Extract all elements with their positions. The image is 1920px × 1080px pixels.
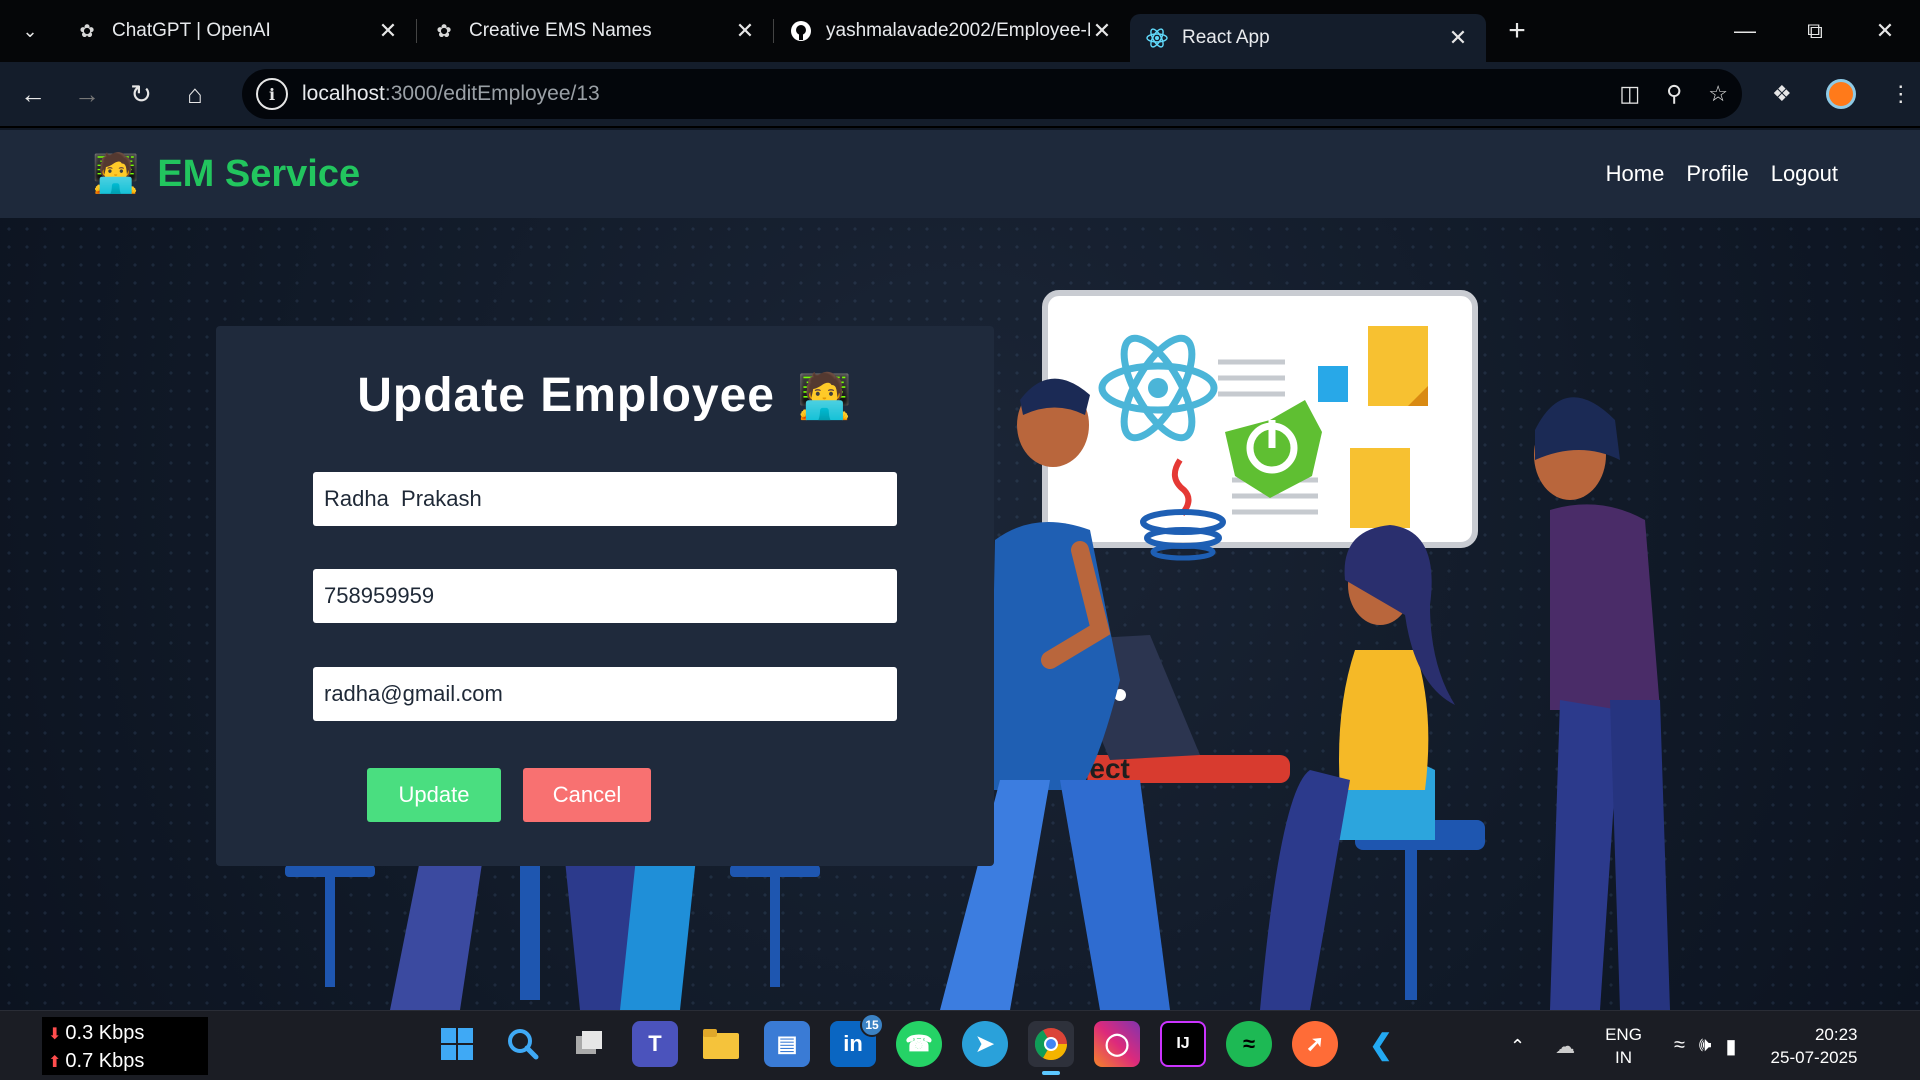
download-arrow-icon: ⬇ — [48, 1026, 62, 1043]
restore-icon[interactable]: ⧉ — [1780, 0, 1850, 62]
lang-code: ENG — [1605, 1025, 1642, 1044]
new-tab-icon[interactable]: + — [1492, 14, 1542, 48]
site-info-icon[interactable]: i — [256, 78, 288, 110]
page-content: .js Project — [0, 130, 1920, 1010]
cancel-button[interactable]: Cancel — [523, 768, 651, 822]
windows-taskbar: ⬇ 0.3 Kbps ⬆ 0.7 Kbps T ▤ in 15 ☎ ➤ ◯ IJ ≈… — [0, 1010, 1920, 1080]
battery-icon: ▮ — [1725, 1035, 1737, 1058]
browser-toolbar: ← → ↻ ⌂ i localhost:3000/editEmployee/13… — [0, 62, 1920, 128]
github-icon — [790, 20, 812, 42]
clock-time: 20:23 — [1814, 1025, 1858, 1044]
close-tab-icon[interactable]: ✕ — [1446, 25, 1470, 51]
form-title-text: Update Employee — [357, 369, 775, 422]
update-employee-card: Update Employee 🧑‍💻 Update Cancel — [216, 326, 994, 866]
task-view-icon[interactable] — [566, 1021, 612, 1067]
openai-icon: ✿ — [436, 20, 452, 41]
forward-icon[interactable]: → — [60, 67, 114, 121]
clock-date: 25-07-2025 — [1770, 1048, 1858, 1067]
clock[interactable]: 20:23 25-07-2025 — [1771, 1023, 1858, 1069]
employee-phone-input[interactable] — [313, 569, 897, 623]
search-icon[interactable] — [500, 1021, 546, 1067]
browser-menu-icon[interactable]: ⋮ — [1890, 81, 1912, 107]
chrome-icon[interactable] — [1028, 1021, 1074, 1075]
form-title: Update Employee 🧑‍💻 — [216, 368, 994, 423]
nav-home-link[interactable]: Home — [1606, 161, 1665, 187]
vscode-icon[interactable]: ❮ — [1358, 1021, 1404, 1067]
reload-icon[interactable]: ↻ — [114, 67, 168, 121]
tab-github-repo[interactable]: yashmalavade2002/Employee-M ✕ — [774, 8, 1130, 54]
nav-links: Home Profile Logout — [1606, 161, 1838, 187]
instagram-icon[interactable]: ◯ — [1094, 1021, 1140, 1067]
tab-react-app[interactable]: React App ✕ — [1130, 14, 1486, 62]
intellij-icon[interactable]: IJ — [1160, 1021, 1206, 1067]
language-indicator[interactable]: ENG IN — [1605, 1023, 1642, 1069]
postman-icon[interactable]: ➚ — [1292, 1021, 1338, 1067]
linkedin-icon[interactable]: in 15 — [830, 1013, 884, 1067]
install-app-icon[interactable]: ◫ — [1619, 81, 1640, 107]
brand-title[interactable]: EM Service — [157, 153, 360, 196]
extensions-icon[interactable]: ❖ — [1772, 81, 1792, 107]
windows-start-icon[interactable] — [434, 1021, 480, 1067]
zoom-icon[interactable]: ⚲ — [1666, 81, 1682, 107]
photos-icon[interactable]: ▤ — [764, 1021, 810, 1067]
telegram-icon[interactable]: ➤ — [962, 1021, 1008, 1067]
employee-email-input[interactable] — [313, 667, 897, 721]
teams-icon[interactable]: T — [632, 1021, 678, 1067]
tab-title: Creative EMS Names — [469, 20, 652, 41]
close-window-icon[interactable]: ✕ — [1850, 0, 1920, 62]
upload-arrow-icon: ⬆ — [48, 1054, 62, 1071]
home-icon[interactable]: ⌂ — [168, 67, 222, 121]
openai-icon: ✿ — [79, 20, 95, 41]
taskbar-apps: T ▤ in 15 ☎ ➤ ◯ IJ ≈ ➚ ❮ — [434, 1013, 1404, 1075]
volume-icon: 🕪 — [1698, 1033, 1712, 1056]
window-controls: — ⧉ ✕ — [1710, 0, 1920, 62]
back-icon[interactable]: ← — [6, 67, 60, 121]
quick-settings[interactable]: ≈ 🕪 ▮ — [1674, 1034, 1737, 1059]
minimize-icon[interactable]: — — [1710, 0, 1780, 62]
tab-chatgpt[interactable]: ✿ ChatGPT | OpenAI ✕ — [60, 8, 416, 54]
browser-tab-bar: ⌄ ✿ ChatGPT | OpenAI ✕ ✿ Creative EMS Na… — [0, 0, 1920, 62]
nav-logout-link[interactable]: Logout — [1771, 161, 1838, 187]
tab-title: yashmalavade2002/Employee-M — [826, 20, 1090, 41]
region-code: IN — [1615, 1048, 1633, 1067]
employee-name-input[interactable] — [313, 472, 897, 526]
linkedin-notification-badge: 15 — [860, 1013, 884, 1037]
onedrive-icon[interactable]: ☁ — [1555, 1034, 1575, 1059]
file-explorer-icon[interactable] — [698, 1021, 744, 1067]
spotify-icon[interactable]: ≈ — [1226, 1021, 1272, 1067]
nav-profile-link[interactable]: Profile — [1686, 161, 1748, 187]
url-path: :3000/editEmployee/13 — [384, 82, 600, 105]
update-button[interactable]: Update — [367, 768, 501, 822]
show-hidden-icons-icon[interactable]: ⌃ — [1510, 1036, 1525, 1057]
whatsapp-icon[interactable]: ☎ — [896, 1021, 942, 1067]
wifi-icon: ≈ — [1673, 1033, 1685, 1056]
system-tray: ⌃ ☁ ENG IN ≈ 🕪 ▮ 20:23 25-07-2025 — [1510, 1011, 1858, 1080]
network-speed-widget: ⬇ 0.3 Kbps ⬆ 0.7 Kbps — [42, 1017, 208, 1075]
brand-technologist-icon: 🧑‍💻 — [92, 153, 140, 195]
react-icon — [1146, 27, 1168, 49]
tab-title: ChatGPT | OpenAI — [112, 20, 271, 41]
url-host: localhost — [302, 82, 385, 105]
tab-creative-ems-names[interactable]: ✿ Creative EMS Names ✕ — [417, 8, 773, 54]
address-bar[interactable]: i localhost:3000/editEmployee/13 ◫ ⚲ ☆ — [242, 69, 1742, 119]
tab-search-dropdown-icon[interactable]: ⌄ — [0, 0, 60, 62]
profile-avatar[interactable] — [1825, 79, 1856, 109]
net-up-speed: 0.7 Kbps — [65, 1050, 145, 1072]
close-tab-icon[interactable]: ✕ — [733, 18, 757, 44]
net-down-speed: 0.3 Kbps — [65, 1022, 145, 1044]
app-navbar: 🧑‍💻 EM Service Home Profile Logout — [0, 130, 1920, 218]
close-tab-icon[interactable]: ✕ — [376, 18, 400, 44]
close-tab-icon[interactable]: ✕ — [1090, 18, 1114, 44]
tab-title: React App — [1182, 27, 1270, 48]
bookmark-star-icon[interactable]: ☆ — [1708, 81, 1728, 107]
technologist-icon: 🧑‍💻 — [796, 372, 853, 421]
